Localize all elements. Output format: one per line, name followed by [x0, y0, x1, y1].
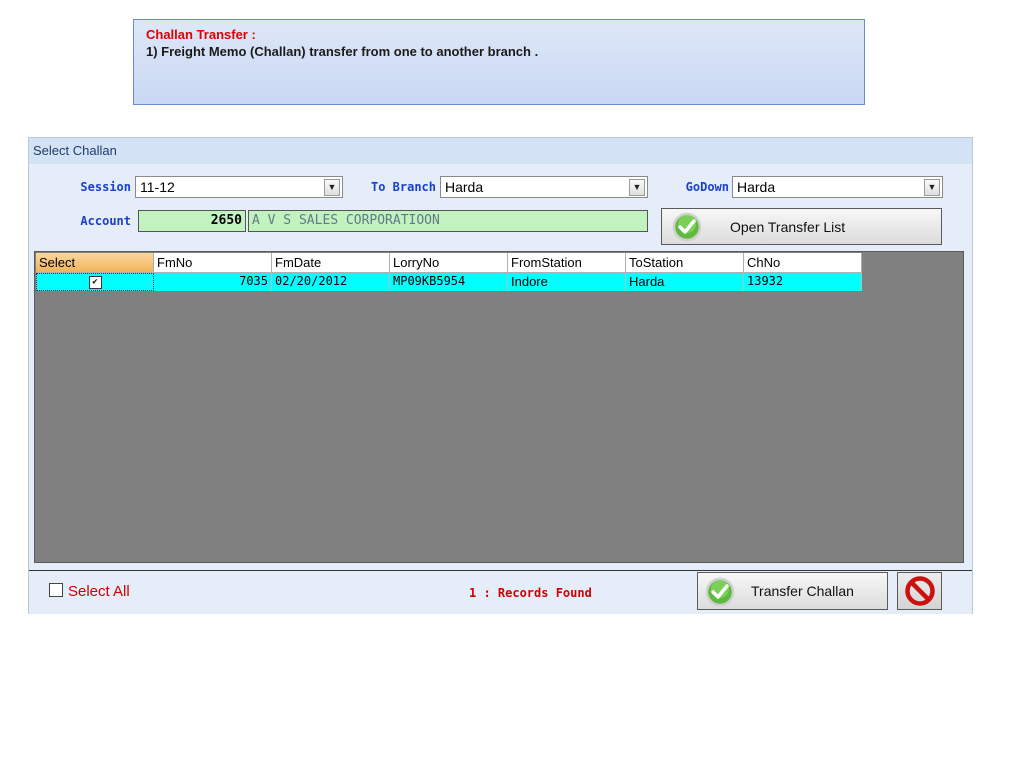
- chno-cell: 13932: [744, 273, 862, 291]
- panel-title: Select Challan: [29, 138, 972, 164]
- cancel-button[interactable]: [897, 572, 942, 610]
- transfer-challan-label: Transfer Challan: [751, 583, 854, 599]
- info-note: Challan Transfer : 1) Freight Memo (Chal…: [133, 19, 865, 105]
- column-header-lorryno[interactable]: LorryNo: [390, 253, 508, 273]
- to-branch-label: To Branch: [370, 180, 436, 194]
- godown-select[interactable]: Harda ▼: [732, 176, 943, 198]
- row-select-checkbox[interactable]: ✔: [88, 276, 102, 289]
- transfer-challan-button[interactable]: Transfer Challan: [697, 572, 888, 610]
- lorryno-cell: MP09KB5954: [390, 273, 508, 291]
- column-header-select[interactable]: Select: [36, 253, 154, 273]
- session-label: Session: [80, 180, 131, 194]
- note-line: 1) Freight Memo (Challan) transfer from …: [146, 44, 539, 59]
- column-header-fmdate[interactable]: FmDate: [272, 253, 390, 273]
- fmdate-cell: 02/20/2012: [272, 273, 390, 291]
- challan-grid: Select FmNo FmDate LorryNo FromStation T…: [34, 251, 964, 563]
- column-header-tostation[interactable]: ToStation: [626, 253, 744, 273]
- records-found-text: 1 : Records Found: [469, 586, 592, 600]
- account-label: Account: [80, 214, 131, 228]
- to-branch-select[interactable]: Harda ▼: [440, 176, 648, 198]
- fmno-cell: 7035: [154, 273, 272, 291]
- column-header-fmno[interactable]: FmNo: [154, 253, 272, 273]
- session-select[interactable]: 11-12 ▼: [135, 176, 343, 198]
- open-transfer-list-label: Open Transfer List: [730, 219, 846, 235]
- open-transfer-list-button[interactable]: Open Transfer List: [661, 208, 942, 245]
- chevron-down-icon[interactable]: ▼: [924, 179, 940, 196]
- account-code-field[interactable]: 2650: [138, 210, 246, 232]
- select-all-checkbox[interactable]: Select All: [49, 583, 130, 600]
- godown-label: GoDown: [685, 180, 729, 194]
- chevron-down-icon[interactable]: ▼: [629, 179, 645, 196]
- column-header-fromstation[interactable]: FromStation: [508, 253, 626, 273]
- row-select-cell[interactable]: ✔: [36, 273, 154, 291]
- godown-value: Harda: [737, 179, 776, 195]
- session-value: 11-12: [140, 179, 175, 195]
- check-circle-icon: [705, 577, 735, 607]
- column-header-chno[interactable]: ChNo: [744, 253, 862, 273]
- check-circle-icon: [672, 212, 702, 242]
- select-challan-panel: Select Challan Session 11-12 ▼ To Branch…: [28, 137, 973, 614]
- note-title: Challan Transfer :: [146, 27, 256, 42]
- account-name-field[interactable]: A V S SALES CORPORATIOON: [248, 210, 648, 232]
- fromstation-cell: Indore: [508, 273, 626, 291]
- to-branch-value: Harda: [445, 179, 484, 195]
- panel-footer: Select All 1 : Records Found Transfer Ch…: [29, 570, 972, 614]
- chevron-down-icon[interactable]: ▼: [324, 179, 340, 196]
- select-all-label: Select All: [68, 583, 130, 600]
- select-all-box[interactable]: [49, 583, 63, 597]
- tostation-cell: Harda: [626, 273, 744, 291]
- no-entry-icon: [905, 576, 935, 606]
